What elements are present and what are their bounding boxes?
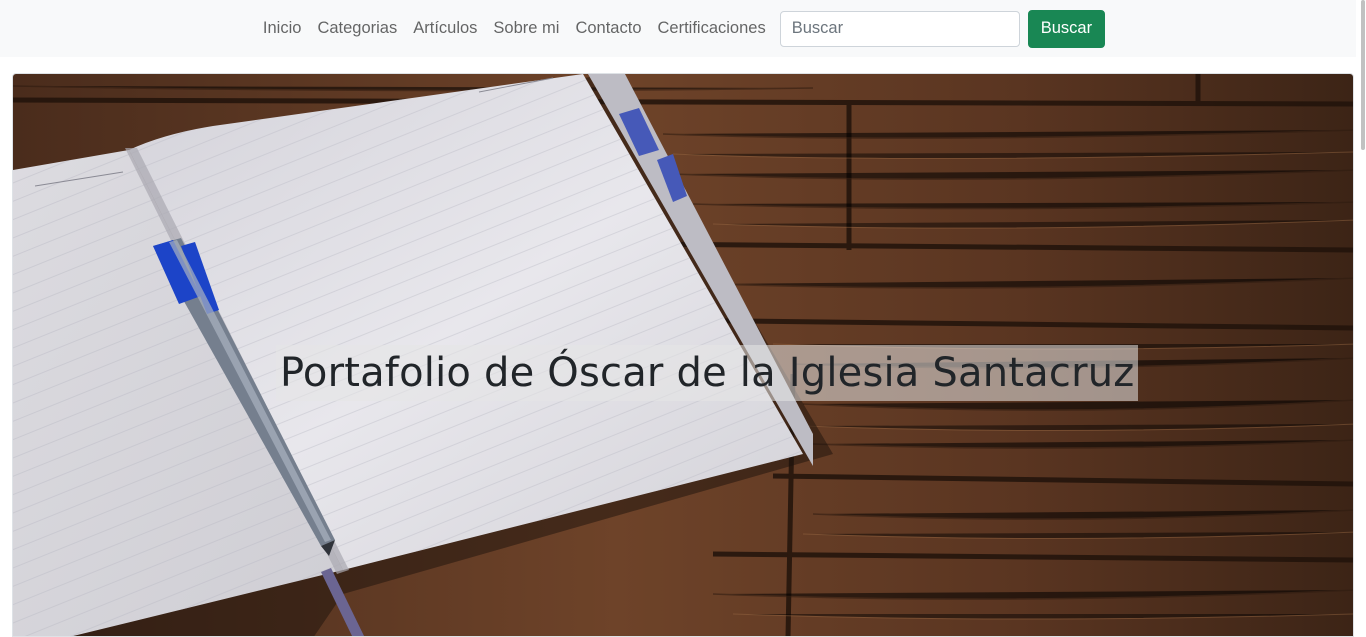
nav-links: Inicio Categorias Artículos Sobre mi Con… (255, 0, 1106, 57)
nav-link-certificaciones[interactable]: Certificaciones (650, 19, 774, 38)
nav-link-categorias[interactable]: Categorias (309, 19, 405, 38)
nav-link-inicio[interactable]: Inicio (255, 19, 310, 38)
page-scrollbar[interactable] (1356, 0, 1366, 637)
nav-link-sobre-mi[interactable]: Sobre mi (485, 19, 567, 38)
nav-link-contacto[interactable]: Contacto (567, 19, 649, 38)
nav-link-articulos[interactable]: Artículos (405, 19, 485, 38)
hero-title: Portafolio de Óscar de la Iglesia Santac… (276, 345, 1139, 401)
search-input[interactable] (779, 10, 1020, 47)
search-button[interactable]: Buscar (1027, 9, 1106, 48)
scrollbar-thumb[interactable] (1361, 0, 1365, 150)
hero-banner: Portafolio de Óscar de la Iglesia Santac… (12, 73, 1354, 637)
top-navbar: Inicio Categorias Artículos Sobre mi Con… (0, 0, 1366, 57)
